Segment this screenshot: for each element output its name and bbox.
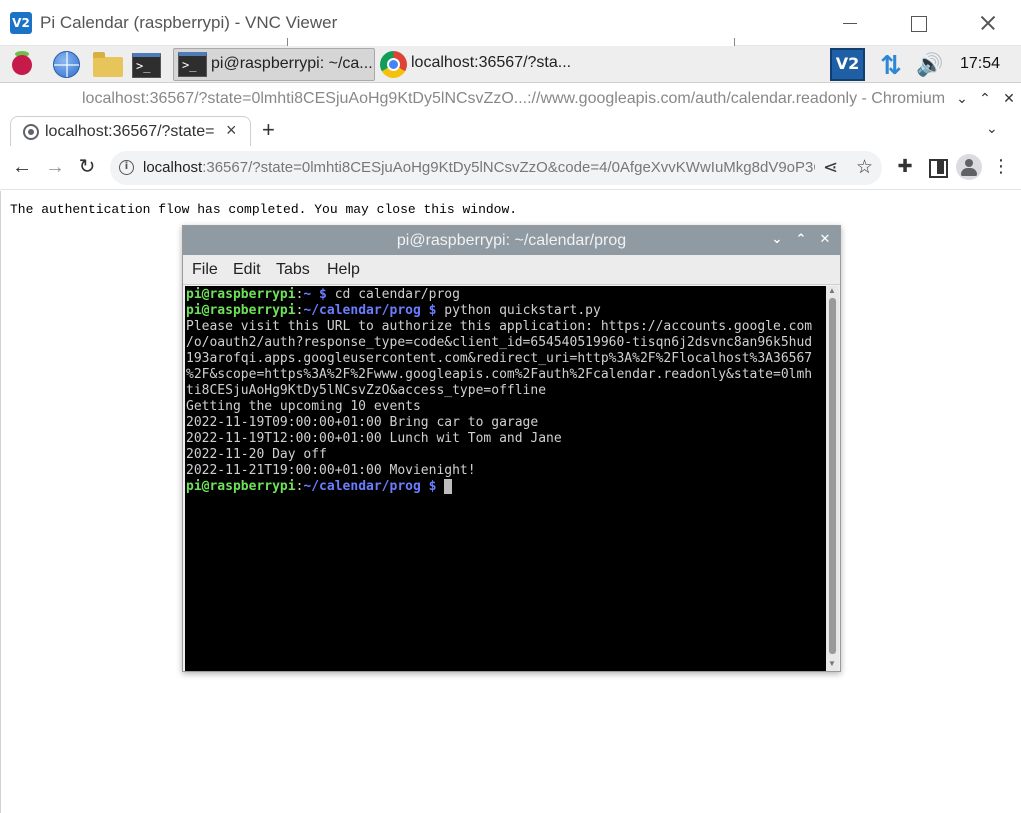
terminal-output[interactable]: pi@raspberrypi:~ $ cd calendar/prog pi@r… [185, 286, 826, 671]
terminal-maximize-icon[interactable]: ⌃ [793, 231, 809, 247]
menu-kebab-icon[interactable]: ⋮ [990, 156, 1012, 177]
terminal-line: pi@raspberrypi:~ $ cd calendar/prog [186, 287, 460, 302]
taskbar-item-label: pi@raspberrypi: ~/ca... [211, 55, 373, 72]
terminal-line: 193arofqi.apps.googleusercontent.com&red… [186, 351, 813, 366]
clock[interactable]: 17:54 [960, 55, 1000, 73]
terminal-line: ti8CESjuAoHg9KtDy5lNCsvZzO&access_type=o… [186, 383, 547, 398]
forward-button[interactable]: → [43, 156, 67, 178]
minimize-button[interactable] [830, 10, 870, 36]
tab-localhost[interactable]: localhost:36567/?state=0 × [10, 116, 251, 146]
terminal-line: /o/oauth2/auth?response_type=code&client… [186, 335, 813, 350]
vnc-logo-icon: V2 [10, 12, 32, 34]
terminal-line: 2022-11-20 Day off [186, 447, 327, 462]
new-tab-button[interactable]: + [262, 117, 275, 143]
tab-search-chevron-icon[interactable]: ⌄ [986, 120, 998, 137]
terminal-line: Getting the upcoming 10 events [186, 399, 421, 414]
terminal-line: pi@raspberrypi:~/calendar/prog $ python … [186, 303, 601, 318]
taskbar: >_ >_ pi@raspberrypi: ~/ca... localhost:… [0, 46, 1021, 83]
site-info-icon[interactable]: i [119, 160, 134, 175]
terminal-title-bar[interactable]: pi@raspberrypi: ~/calendar/prog ⌄ ⌃ ✕ [183, 226, 840, 255]
page-favicon-icon [23, 124, 39, 140]
terminal-line: 2022-11-19T12:00:00+01:00 Lunch wit Tom … [186, 431, 562, 446]
close-button[interactable] [968, 10, 1008, 36]
taskbar-item-label: localhost:36567/?sta... [411, 54, 572, 71]
profile-avatar-icon[interactable] [956, 154, 982, 180]
menu-help[interactable]: Help [327, 261, 360, 279]
taskbar-item-terminal[interactable]: >_ pi@raspberrypi: ~/ca... [173, 48, 375, 81]
vnc-tray-icon[interactable]: V2 [830, 48, 865, 81]
terminal-line: 2022-11-19T09:00:00+01:00 Bring car to g… [186, 415, 539, 430]
terminal-launcher-icon[interactable]: >_ [131, 50, 163, 79]
scrollbar-thumb[interactable] [829, 298, 836, 654]
terminal-cursor [444, 479, 453, 494]
url-text[interactable]: localhost:36567/?state=0lmhti8CESjuAoHg9… [143, 159, 815, 176]
terminal-scrollbar[interactable]: ▲ ▼ [826, 286, 839, 671]
chevron-down-icon[interactable]: ⌄ [953, 90, 971, 107]
terminal-title: pi@raspberrypi: ~/calendar/prog [396, 232, 627, 249]
terminal-line: 2022-11-21T19:00:00+01:00 Movienight! [186, 463, 476, 478]
reload-button[interactable]: ↻ [75, 156, 99, 178]
tab-label: localhost:36567/?state=0 [45, 123, 215, 140]
browser-toolbar: ← → ↻ i localhost:36567/?state=0lmhti8CE… [0, 146, 1021, 190]
share-icon[interactable]: ⋖ [823, 157, 838, 178]
web-browser-launcher-icon[interactable] [52, 50, 82, 79]
chromium-window-title: localhost:36567/?state=0lmhti8CESjuAoHg9… [82, 90, 946, 107]
file-manager-launcher-icon[interactable] [92, 50, 124, 79]
tab-close-icon[interactable]: × [226, 120, 237, 141]
chromium-icon [380, 51, 407, 78]
network-icon[interactable]: ⇅ [876, 51, 906, 79]
vnc-window-title: Pi Calendar (raspberrypi) - VNC Viewer [40, 13, 338, 32]
menu-edit[interactable]: Edit [233, 261, 261, 279]
volume-icon[interactable]: 🔊 [913, 51, 947, 79]
scroll-down-icon[interactable]: ▼ [828, 659, 836, 668]
terminal-line: Please visit this URL to authorize this … [186, 319, 813, 334]
scroll-up-icon[interactable]: ▲ [828, 286, 836, 295]
bookmark-star-icon[interactable]: ☆ [856, 156, 873, 179]
menu-tabs[interactable]: Tabs [276, 261, 310, 279]
back-button[interactable]: ← [10, 156, 34, 178]
maximize-button[interactable] [898, 10, 938, 36]
window-close-icon[interactable]: ✕ [1000, 90, 1018, 107]
terminal-menu-bar: File Edit Tabs Help [183, 255, 840, 285]
extensions-puzzle-icon[interactable]: ✚ [894, 156, 916, 177]
chevron-up-icon[interactable]: ⌃ [976, 90, 994, 107]
terminal-minimize-icon[interactable]: ⌄ [769, 231, 785, 247]
auth-complete-message: The authentication flow has completed. Y… [10, 202, 518, 217]
terminal-icon: >_ [178, 52, 207, 77]
chromium-title-bar: localhost:36567/?state=0lmhti8CESjuAoHg9… [0, 84, 1021, 114]
terminal-prompt-line: pi@raspberrypi:~/calendar/prog $ [186, 479, 825, 495]
tab-strip: localhost:36567/?state=0 × + ⌄ [0, 114, 1021, 146]
address-bar[interactable]: i localhost:36567/?state=0lmhti8CESjuAoH… [110, 151, 882, 185]
terminal-close-icon[interactable]: ✕ [817, 231, 833, 247]
menu-file[interactable]: File [192, 261, 218, 279]
terminal-window[interactable]: pi@raspberrypi: ~/calendar/prog ⌄ ⌃ ✕ Fi… [182, 225, 841, 672]
terminal-line: %2F&scope=https%3A%2F%2Fwww.googleapis.c… [186, 367, 813, 382]
taskbar-item-chromium[interactable]: localhost:36567/?sta... [377, 48, 577, 81]
raspberry-menu-icon[interactable] [8, 50, 36, 79]
